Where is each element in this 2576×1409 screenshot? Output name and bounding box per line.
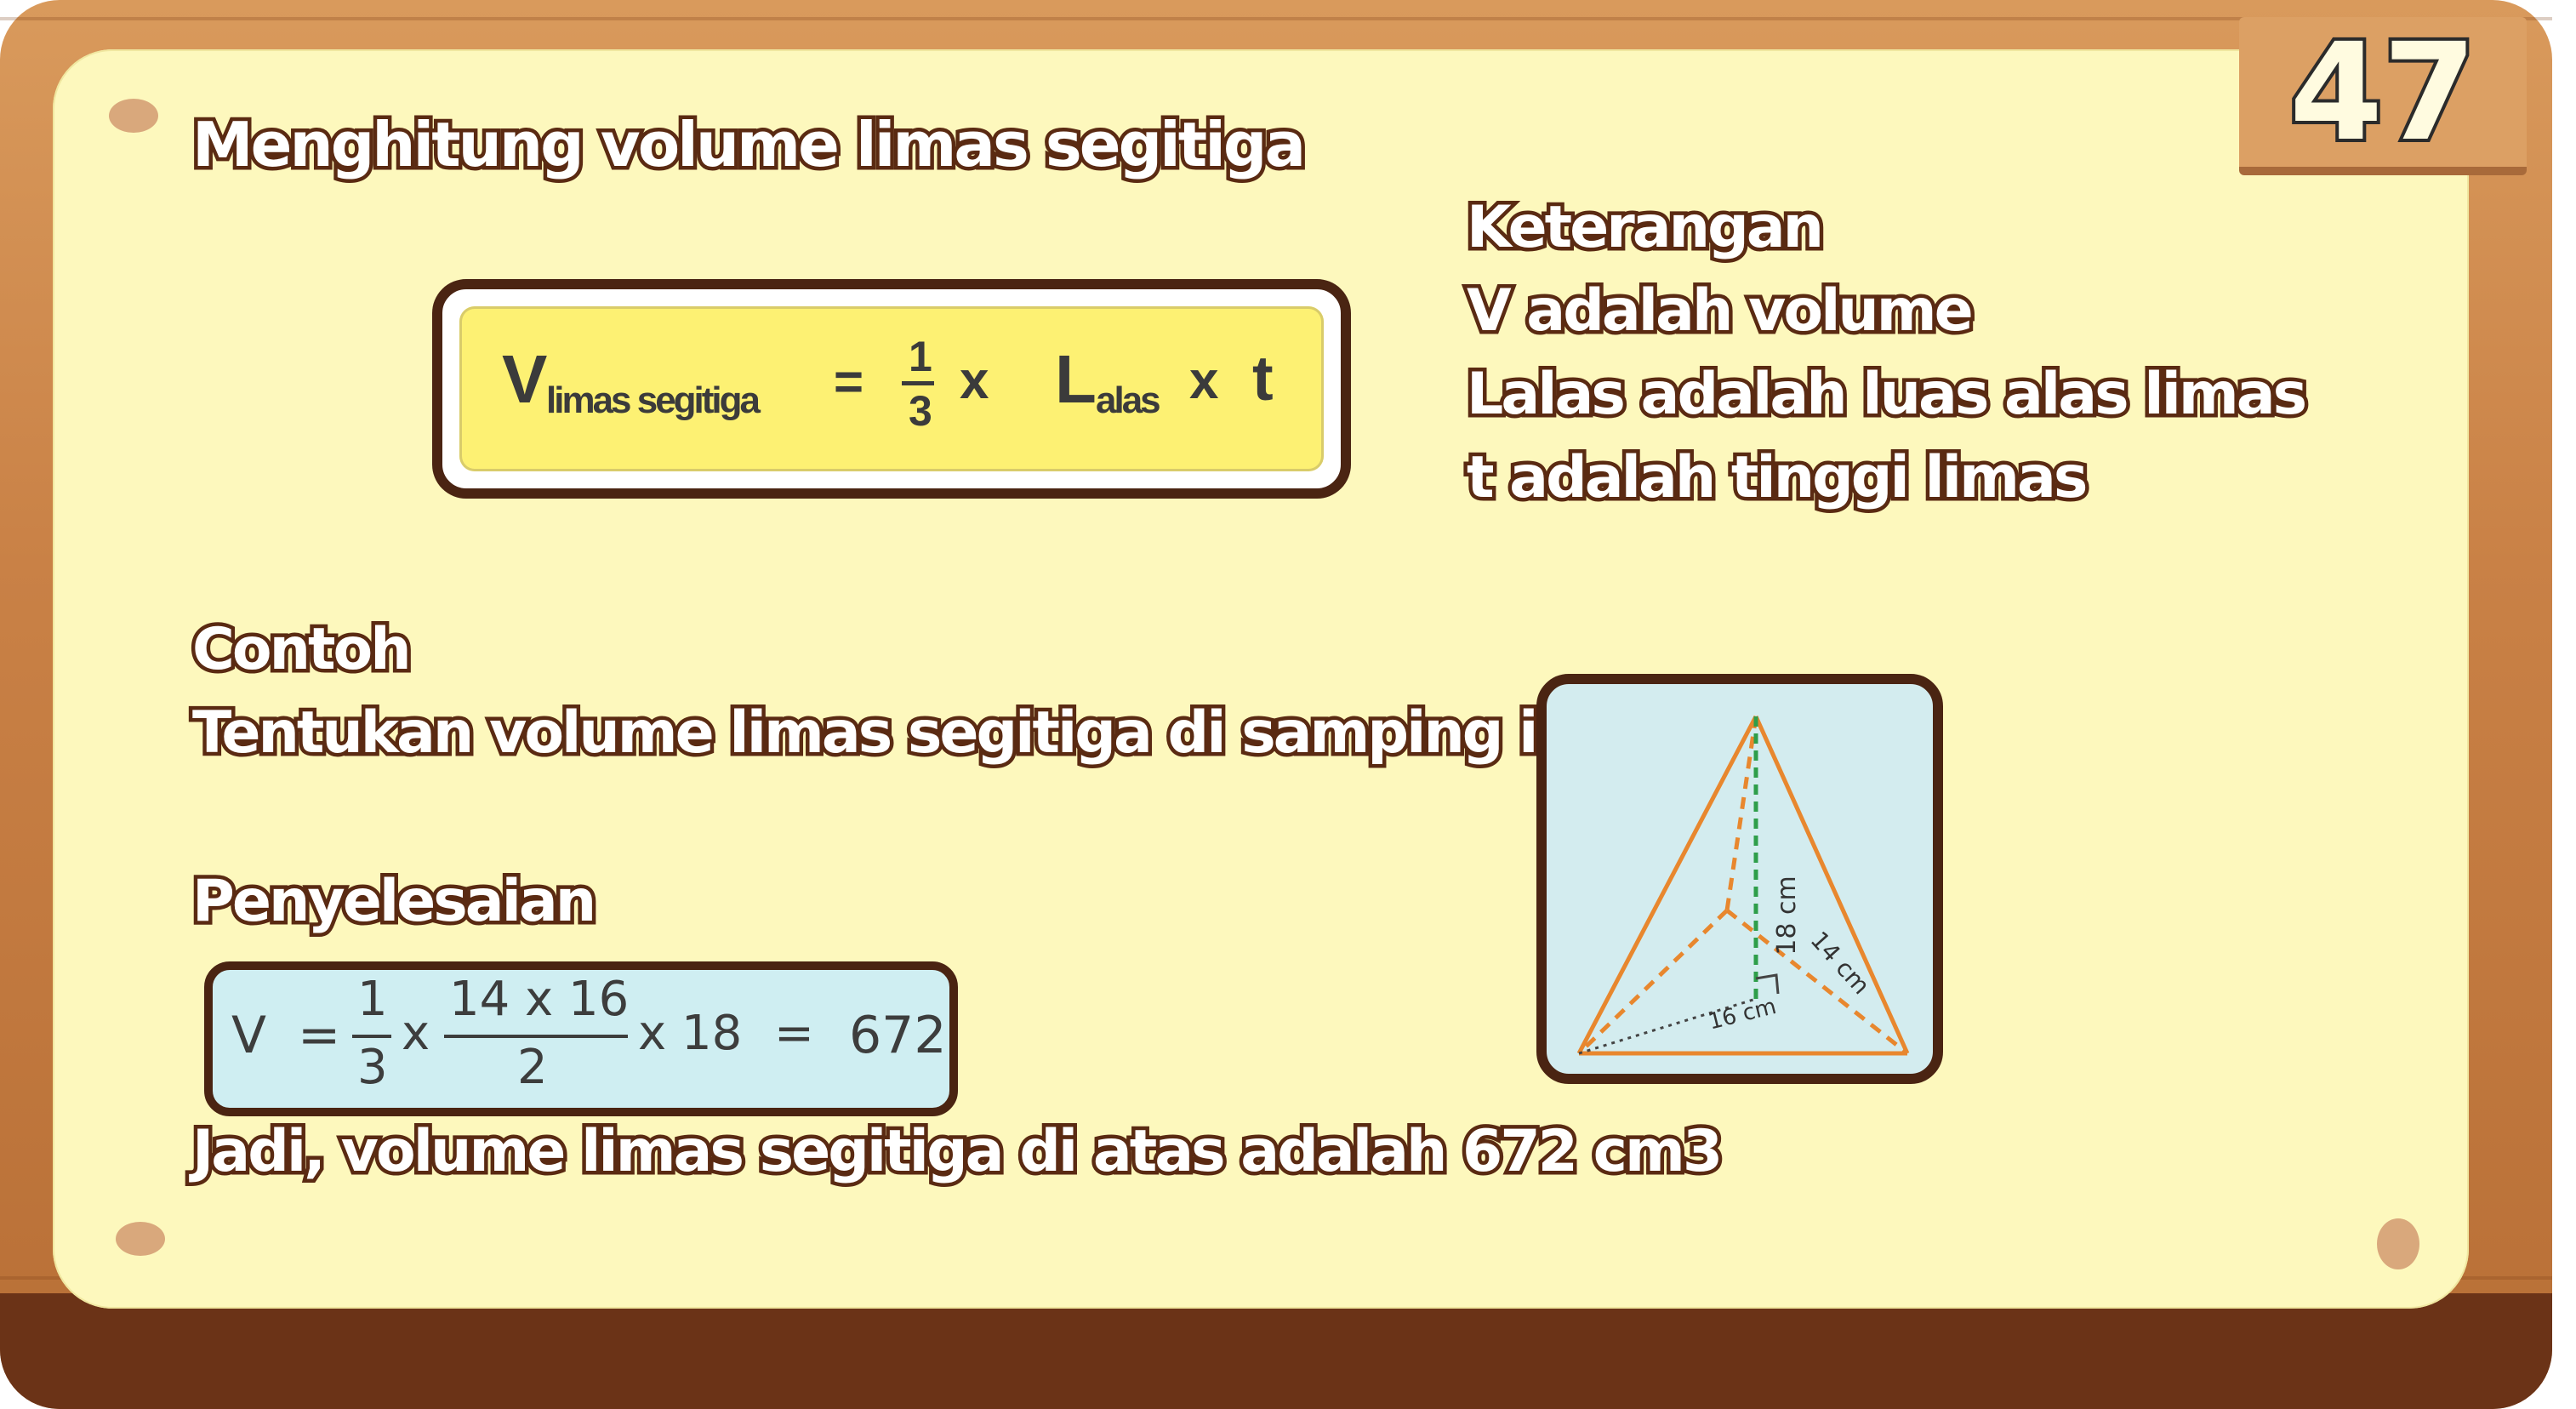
pyramid-figure: 18 cm 14 cm 16 cm [1536, 674, 1943, 1084]
contoh-heading: Contoh [189, 613, 416, 687]
formula-numerator: 1 [909, 333, 932, 380]
answer-equals-2: = [774, 1006, 814, 1061]
formula-denominator: 3 [909, 387, 932, 435]
formula-equals: = [834, 353, 864, 410]
pin-icon [2377, 1218, 2419, 1269]
triangular-pyramid-diagram: 18 cm 14 cm 16 cm [1576, 715, 1910, 1056]
formula-box-inner: V limas segitiga = 1 3 x L alas x t [459, 306, 1324, 471]
keterangan-line: V adalah volume [1463, 274, 1978, 349]
fraction-bar [902, 381, 934, 385]
answer-numerator-1: 1 [357, 972, 388, 1027]
answer-times-1: x [402, 1006, 430, 1061]
page-number: 47 [2286, 14, 2480, 171]
formula-l-subscript: alas [1096, 379, 1161, 421]
page-title: Menghitung volume limas segitiga [188, 106, 1309, 185]
pyramid-hidden-edge [1725, 909, 1909, 1055]
contoh-question: Tentukan volume limas segitiga di sampin… [188, 696, 1621, 771]
formula-v-subscript: limas segitiga [546, 379, 761, 421]
fraction-bar [444, 1035, 628, 1038]
answer-times-2: x 18 [638, 1006, 743, 1061]
answer-denominator-2: 2 [517, 1040, 548, 1095]
pin-icon [116, 1222, 165, 1256]
formula-times-1: x [960, 351, 989, 410]
conclusion-text: Jadi, volume limas segitiga di atas adal… [188, 1115, 1726, 1189]
penyelesaian-heading: Penyelesaian [188, 864, 600, 939]
formula-l-symbol: L [1055, 341, 1097, 417]
keterangan-heading: Keterangan [1462, 191, 1827, 265]
base-label: 16 cm [1706, 994, 1779, 1035]
wood-grain [0, 17, 2552, 20]
answer-equals-1: = [298, 1006, 341, 1065]
answer-numerator-2: 14 x 16 [449, 972, 630, 1027]
keterangan-line: t adalah tinggi limas [1462, 441, 2091, 516]
formula-times-2: x [1189, 351, 1219, 410]
answer-result: 672 [849, 1006, 947, 1065]
formula-t-symbol: t [1252, 343, 1274, 414]
pin-icon [109, 99, 158, 133]
answer-denominator-1: 3 [357, 1040, 388, 1095]
page: 47 Menghitung volume limas segitiga V li… [0, 0, 2576, 1409]
wood-board-edge [0, 1293, 2552, 1409]
fraction-bar [352, 1035, 391, 1038]
right-angle-mark [1755, 973, 1780, 995]
height-label: 18 cm [1772, 876, 1802, 955]
answer-box: V = 1 3 x 14 x 16 2 x 18 = 672 [204, 961, 958, 1116]
page-number-tag: 47 [2239, 17, 2527, 175]
keterangan-line: Lalas adalah luas alas limas [1462, 357, 2311, 432]
answer-v: V [231, 1006, 267, 1065]
formula-box: V limas segitiga = 1 3 x L alas x t [432, 279, 1351, 499]
formula-v-symbol: V [502, 341, 548, 417]
